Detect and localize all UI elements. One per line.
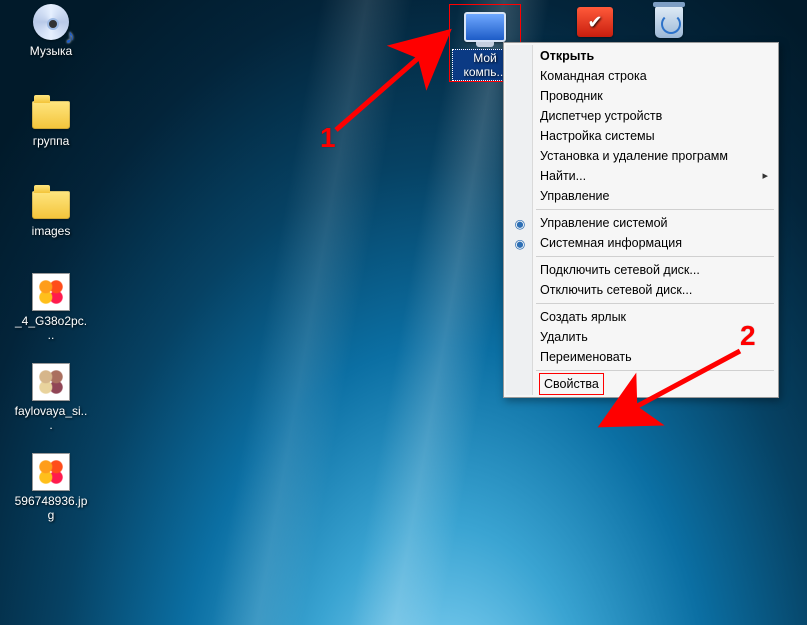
menu-separator — [536, 370, 774, 371]
menu-item-device-manager[interactable]: Диспетчер устройств — [506, 106, 776, 126]
menu-separator — [536, 303, 774, 304]
menu-item-map-drive[interactable]: Подключить сетевой диск... — [506, 260, 776, 280]
annotation-label-1: 1 — [320, 122, 336, 154]
gear-globe-icon: ◉ — [512, 215, 528, 231]
menu-item-find[interactable]: Найти... — [506, 166, 776, 186]
desktop[interactable]: ♪ Музыка группа images _4_G38o2pc... fay… — [0, 0, 807, 625]
gear-globe-icon: ◉ — [512, 235, 528, 251]
icon-label: faylovaya_si... — [14, 404, 88, 432]
icon-label: 596748936.jpg — [14, 494, 88, 522]
menu-item-system-management[interactable]: ◉ Управление системой — [506, 213, 776, 233]
desktop-icon-images[interactable]: images — [14, 182, 88, 238]
image-thumb-icon — [29, 452, 73, 492]
menu-item-add-remove-programs[interactable]: Установка и удаление программ — [506, 146, 776, 166]
image-thumb-icon — [29, 272, 73, 312]
red-panel-icon: ✔ — [573, 2, 617, 42]
menu-item-rename[interactable]: Переименовать — [506, 347, 776, 367]
menu-item-unmap-drive[interactable]: Отключить сетевой диск... — [506, 280, 776, 300]
menu-separator — [536, 209, 774, 210]
menu-item-system-info[interactable]: ◉ Системная информация — [506, 233, 776, 253]
icon-label: группа — [33, 134, 70, 148]
desktop-icon-file1[interactable]: _4_G38o2pc... — [14, 272, 88, 342]
menu-label: Управление системой — [540, 216, 668, 230]
context-menu: Открыть Командная строка Проводник Диспе… — [503, 42, 779, 398]
menu-item-delete[interactable]: Удалить — [506, 327, 776, 347]
icon-label: images — [32, 224, 71, 238]
menu-item-properties-highlight: Свойства — [540, 374, 603, 394]
menu-separator — [536, 256, 774, 257]
icon-label: _4_G38o2pc... — [14, 314, 88, 342]
cd-music-icon: ♪ — [29, 2, 73, 42]
desktop-icon-group[interactable]: группа — [14, 92, 88, 148]
desktop-icon-red[interactable]: ✔ — [558, 2, 632, 44]
monitor-icon — [463, 7, 507, 47]
annotation-label-2: 2 — [740, 320, 756, 352]
desktop-icon-file2[interactable]: faylovaya_si... — [14, 362, 88, 432]
menu-item-open[interactable]: Открыть — [506, 46, 776, 66]
menu-item-manage[interactable]: Управление — [506, 186, 776, 206]
recycle-bin-icon — [647, 2, 691, 42]
menu-item-msconfig[interactable]: Настройка системы — [506, 126, 776, 146]
image-thumb-icon — [29, 362, 73, 402]
menu-item-create-shortcut[interactable]: Создать ярлык — [506, 307, 776, 327]
folder-icon — [29, 92, 73, 132]
folder-icon — [29, 182, 73, 222]
desktop-icon-music[interactable]: ♪ Музыка — [14, 2, 88, 58]
menu-item-properties-row[interactable]: Свойства — [506, 374, 776, 394]
menu-item-explorer[interactable]: Проводник — [506, 86, 776, 106]
menu-label: Системная информация — [540, 236, 682, 250]
desktop-icon-file3[interactable]: 596748936.jpg — [14, 452, 88, 522]
menu-item-cmd[interactable]: Командная строка — [506, 66, 776, 86]
